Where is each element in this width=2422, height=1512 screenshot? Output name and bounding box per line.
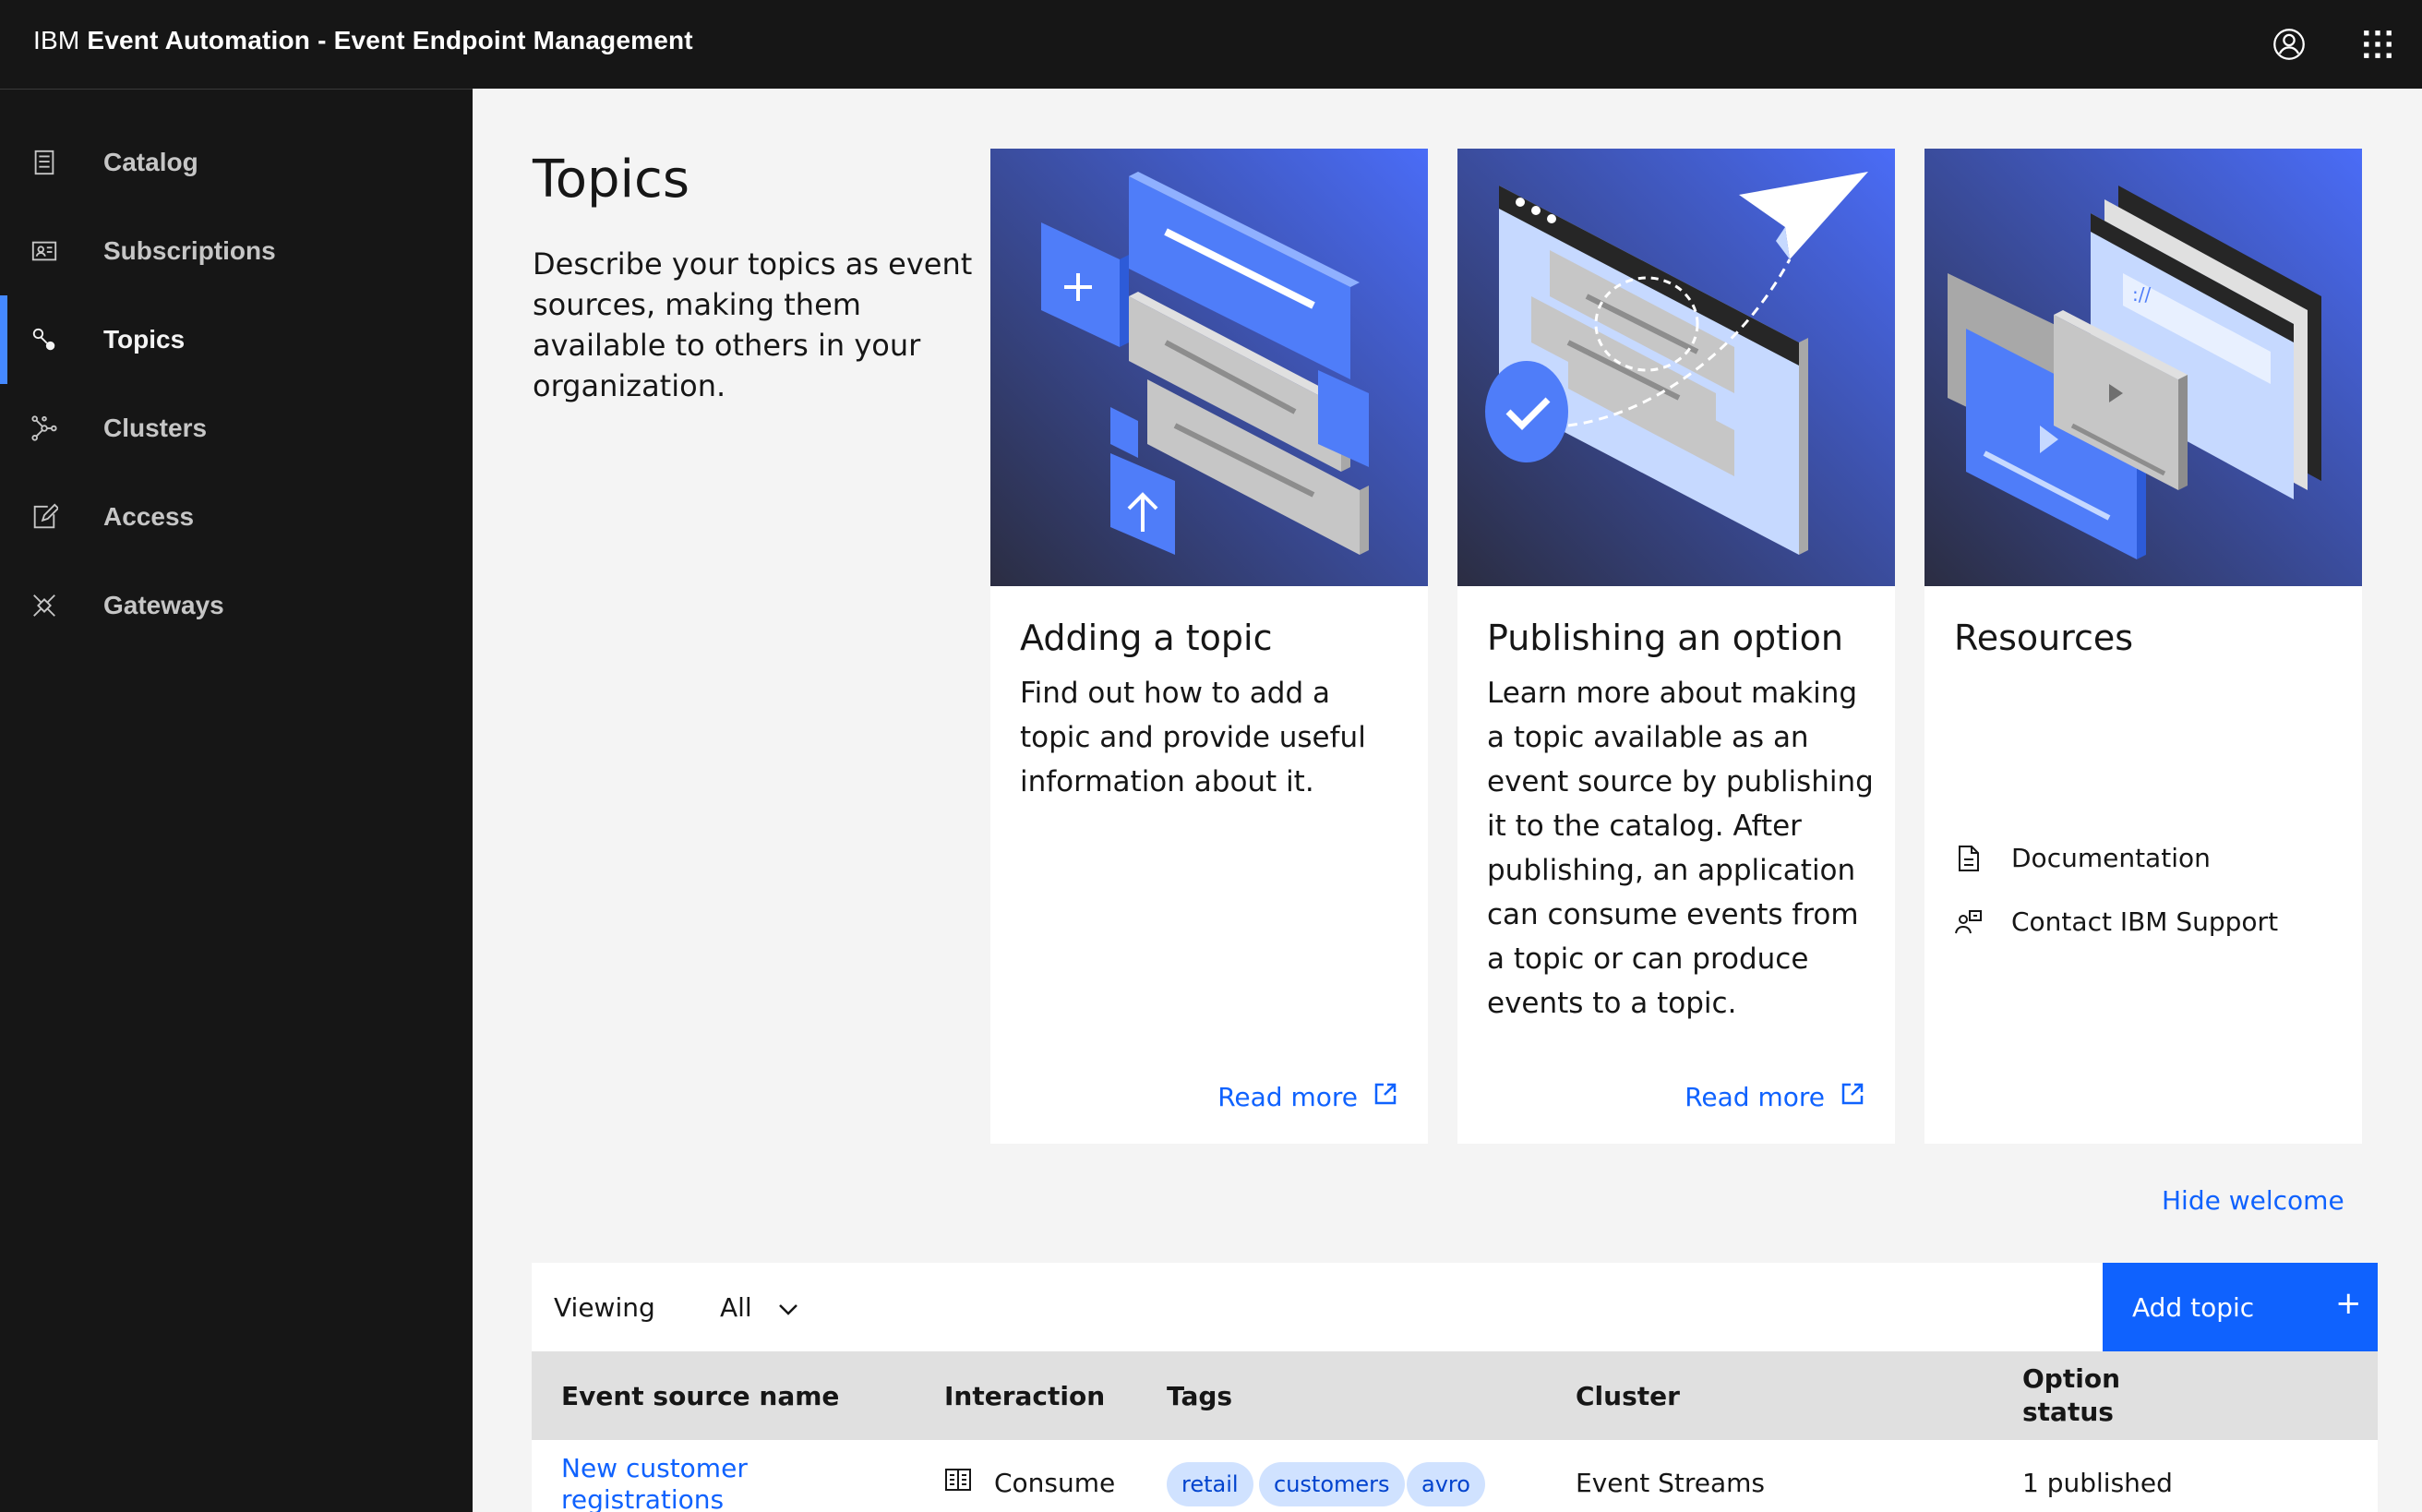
user-avatar-icon[interactable] [2267, 22, 2311, 66]
read-more-link[interactable]: Read more [1217, 1081, 1398, 1113]
brand-prefix: IBM [33, 26, 80, 54]
viewing-label: Viewing [554, 1292, 655, 1323]
add-topic-button[interactable]: Add topic + [2103, 1263, 2378, 1351]
app-header: IBM Event Automation - Event Endpoint Ma… [0, 0, 2422, 89]
table-toolbar: Viewing All Add topic + [532, 1263, 2378, 1351]
cluster-cell: Event Streams [1576, 1468, 1766, 1498]
access-icon [28, 500, 61, 534]
card-body: Find out how to add a topic and provide … [1020, 677, 1366, 798]
table-row[interactable]: New customer registrations Consume retai… [532, 1440, 2378, 1512]
add-topic-label: Add topic [2132, 1291, 2255, 1323]
interaction-cell: Consume [944, 1468, 1115, 1498]
resources-illustration: :// [1924, 149, 2362, 586]
sidebar-item-topics[interactable]: Topics [0, 295, 473, 384]
svg-text:://: :// [2132, 283, 2151, 306]
sidebar-item-gateways[interactable]: Gateways [0, 561, 473, 650]
launch-icon [1840, 1081, 1865, 1113]
documentation-link[interactable]: Documentation [1954, 843, 2211, 873]
document-icon [1954, 844, 1984, 873]
card-publishing-option: Publishing an option Learn more about ma… [1457, 149, 1895, 1144]
sidebar-item-access[interactable]: Access [0, 473, 473, 561]
tag-avro[interactable]: avro [1407, 1462, 1485, 1506]
clusters-icon [28, 412, 61, 445]
sidebar-item-label: Clusters [103, 414, 208, 442]
consume-icon [944, 1468, 972, 1498]
viewing-value: All [720, 1291, 752, 1323]
table-header: Event source name Interaction Tags Clust… [532, 1351, 2378, 1440]
support-icon [1954, 907, 1984, 937]
product-name: Event Automation - Event Endpoint Manage… [87, 26, 693, 54]
sidebar-item-clusters[interactable]: Clusters [0, 384, 473, 473]
column-header-tags[interactable]: Tags [1167, 1381, 1232, 1411]
launch-icon [1373, 1081, 1398, 1113]
catalog-icon [28, 146, 61, 179]
contact-support-link[interactable]: Contact IBM Support [1954, 906, 2278, 937]
read-more-link[interactable]: Read more [1685, 1081, 1865, 1113]
gateways-icon [28, 589, 61, 622]
read-more-label: Read more [1217, 1082, 1358, 1112]
sidebar-item-label: Catalog [103, 148, 198, 176]
column-header-cluster[interactable]: Cluster [1576, 1381, 1680, 1411]
event-source-link[interactable]: New customer registrations [561, 1453, 783, 1512]
column-header-interaction[interactable]: Interaction [944, 1381, 1105, 1411]
page-title: Topics [533, 150, 690, 210]
add-icon: + [2335, 1285, 2362, 1322]
sidebar-item-label: Topics [103, 325, 186, 354]
sidebar-item-label: Gateways [103, 591, 224, 619]
publishing-option-illustration [1457, 149, 1895, 586]
sidebar-item-subscriptions[interactable]: Subscriptions [0, 207, 473, 295]
product-brand[interactable]: IBM Event Automation - Event Endpoint Ma… [33, 26, 693, 55]
card-body: Learn more about making a topic availabl… [1487, 677, 1874, 1020]
sidebar-item-catalog[interactable]: Catalog [0, 118, 473, 207]
card-title: Adding a topic [1020, 618, 1273, 658]
column-header-name[interactable]: Event source name [561, 1381, 839, 1411]
documentation-label: Documentation [2011, 843, 2211, 873]
option-status-cell: 1 published [2022, 1468, 2173, 1498]
adding-topic-illustration [990, 149, 1428, 586]
card-adding-topic: Adding a topic Find out how to add a top… [990, 149, 1428, 1144]
read-more-label: Read more [1685, 1082, 1825, 1112]
page-description: Describe your topics as event sources, m… [533, 246, 973, 403]
tag-customers[interactable]: customers [1259, 1462, 1405, 1506]
card-title: Resources [1954, 618, 2134, 658]
topics-icon [28, 323, 61, 356]
sidebar-item-label: Access [103, 502, 195, 531]
viewing-dropdown[interactable]: All [720, 1283, 798, 1331]
tag-retail[interactable]: retail [1167, 1462, 1253, 1506]
subscriptions-icon [28, 234, 61, 268]
side-nav: Catalog Subscriptions Topics Clusters Ac… [0, 89, 473, 1512]
card-title: Publishing an option [1487, 618, 1843, 658]
contact-support-label: Contact IBM Support [2011, 906, 2279, 937]
chevron-down-icon [778, 1292, 798, 1323]
card-resources: :// Resources Documentation Contact IBM … [1924, 149, 2362, 1144]
column-header-status[interactable]: Option status [2022, 1362, 2133, 1429]
app-switcher-icon[interactable] [2356, 22, 2400, 66]
sidebar-item-label: Subscriptions [103, 236, 276, 265]
interaction-label: Consume [994, 1468, 1116, 1498]
hide-welcome-link[interactable]: Hide welcome [2162, 1185, 2344, 1216]
